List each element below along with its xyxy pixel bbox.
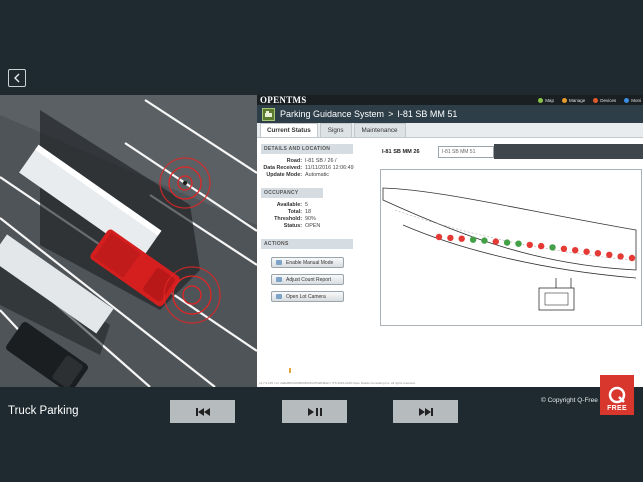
parking-space-marker[interactable] bbox=[435, 233, 443, 241]
parking-space-marker[interactable] bbox=[560, 245, 568, 252]
parking-space-marker[interactable] bbox=[617, 253, 624, 260]
occupancy-row: Total: 18 bbox=[287, 209, 311, 215]
play-pause-button[interactable] bbox=[282, 400, 347, 423]
parking-space-marker[interactable] bbox=[458, 235, 465, 242]
prev-icon bbox=[195, 407, 210, 416]
parking-space-marker[interactable] bbox=[628, 254, 636, 262]
chevron-left-icon bbox=[14, 73, 20, 83]
manual-mode-icon bbox=[276, 260, 282, 265]
parking-space-marker[interactable] bbox=[492, 238, 499, 245]
occupancy-row: Threshold: 90% bbox=[274, 216, 316, 222]
nav-monitor[interactable]: Moni bbox=[624, 97, 641, 103]
detail-row: Data Received: 11/11/2016 12:06:49 bbox=[263, 165, 354, 171]
tab-signs[interactable]: Signs bbox=[319, 123, 352, 137]
play-pause-icon bbox=[307, 407, 322, 416]
detail-row: Update Mode: Automatic bbox=[266, 172, 329, 178]
nav-manage[interactable]: Manage bbox=[561, 97, 585, 103]
status-left-pane: DETAILS AND LOCATION Road: I-81 SB / 26 /… bbox=[261, 144, 377, 308]
parking-space-marker[interactable] bbox=[469, 236, 477, 243]
nav-devices[interactable]: Devices bbox=[593, 97, 616, 103]
qfree-logo: FREE bbox=[600, 375, 634, 415]
tab-bar: Current Status Signs Maintenance bbox=[257, 123, 643, 138]
title-separator: > bbox=[388, 109, 394, 119]
next-icon bbox=[418, 407, 433, 416]
parking-space-marker[interactable] bbox=[583, 248, 590, 255]
site-title: I-81 SB MM 51 bbox=[397, 109, 458, 119]
parking-space-marker[interactable] bbox=[538, 242, 545, 250]
occupancy-row: Status: OPEN bbox=[283, 223, 321, 229]
lot-map bbox=[380, 169, 642, 326]
video-stage: OPENTMS Map Manage Devices Moni Parking … bbox=[0, 95, 643, 387]
truck-parking-illustration bbox=[0, 95, 257, 387]
enable-manual-mode-button[interactable]: Enable Manual Mode bbox=[271, 257, 344, 268]
parking-space-marker[interactable] bbox=[594, 250, 602, 257]
map-icon bbox=[538, 97, 544, 103]
copyright-text: © Copyright Q-Free bbox=[541, 397, 598, 404]
occupancy-row: Available: 5 bbox=[276, 202, 308, 208]
parking-system-icon bbox=[262, 107, 275, 121]
occupancy-heading: OCCUPANCY bbox=[261, 188, 323, 198]
tab-current-status[interactable]: Current Status bbox=[260, 123, 318, 137]
parking-space-marker[interactable] bbox=[526, 241, 533, 249]
title-bar: Parking Guidance System > I-81 SB MM 51 bbox=[257, 105, 643, 123]
video-title: Truck Parking bbox=[8, 405, 79, 417]
parking-space-marker[interactable] bbox=[606, 251, 613, 258]
location-label: I-81 SB MM 26 bbox=[382, 148, 420, 155]
devices-icon bbox=[593, 97, 599, 103]
adjust-count-icon bbox=[276, 277, 282, 282]
next-button[interactable] bbox=[393, 400, 458, 423]
open-lot-camera-button[interactable]: Open Lot Camera bbox=[271, 291, 344, 302]
location-bar-fill bbox=[494, 144, 643, 159]
detail-row: Road: I-81 SB / 26 / bbox=[286, 158, 337, 164]
parking-space-marker[interactable] bbox=[549, 244, 556, 251]
status-marker bbox=[289, 368, 291, 373]
parking-space-marker[interactable] bbox=[515, 240, 522, 247]
top-nav: Map Manage Devices Moni bbox=[538, 97, 643, 103]
parking-space-marker[interactable] bbox=[481, 237, 488, 244]
parking-space-marker[interactable] bbox=[503, 239, 511, 246]
q-logo-icon bbox=[608, 386, 626, 404]
screen-footer: v4.7.2.135 | sn: da8a95b1000f9933f2f43d7… bbox=[259, 381, 416, 385]
details-heading: DETAILS AND LOCATION bbox=[261, 144, 353, 154]
parking-space-marker[interactable] bbox=[572, 247, 579, 254]
opentms-topbar: OPENTMS Map Manage Devices Moni bbox=[257, 95, 643, 105]
previous-button[interactable] bbox=[170, 400, 235, 423]
camera-icon bbox=[276, 294, 282, 299]
lot-map-pane: I-81 SB MM 26 I-81 SB MM 51 bbox=[380, 144, 643, 326]
system-title: Parking Guidance System bbox=[280, 109, 385, 119]
actions-heading: ACTIONS bbox=[261, 239, 353, 249]
location-select[interactable]: I-81 SB MM 51 bbox=[438, 145, 494, 158]
tab-maintenance[interactable]: Maintenance bbox=[353, 123, 406, 137]
back-button[interactable] bbox=[8, 69, 26, 87]
monitor-icon bbox=[624, 97, 630, 103]
manage-icon bbox=[561, 97, 567, 103]
parking-space-marker[interactable] bbox=[447, 234, 454, 242]
adjust-count-report-button[interactable]: Adjust Count Report bbox=[271, 274, 344, 285]
opentms-logo: OPENTMS bbox=[260, 95, 307, 105]
nav-map[interactable]: Map bbox=[538, 97, 554, 103]
location-bar: I-81 SB MM 26 I-81 SB MM 51 bbox=[380, 144, 643, 159]
opentms-screen: OPENTMS Map Manage Devices Moni Parking … bbox=[257, 95, 643, 387]
qfree-brand-text: FREE bbox=[607, 405, 627, 412]
